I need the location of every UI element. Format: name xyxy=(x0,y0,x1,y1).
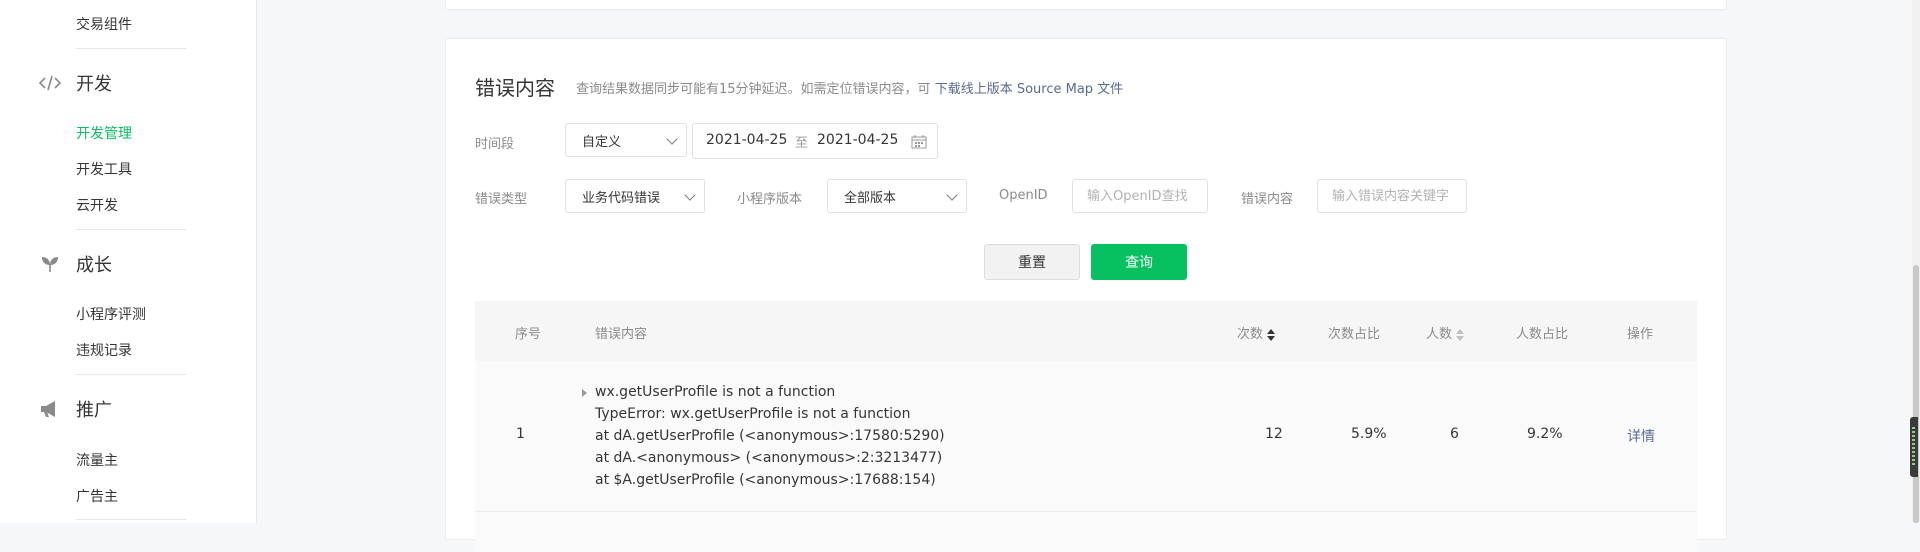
date-end[interactable]: 2021-04-25 xyxy=(817,132,898,148)
sidebar: 交易组件 开发 开发管理 开发工具 云开发 成长 小程序评测 违规记录 推广 流… xyxy=(0,0,257,523)
detail-link[interactable]: 详情 xyxy=(1627,426,1655,446)
openid-label: OpenID xyxy=(999,188,1048,203)
error-type-select[interactable]: 业务代码错误 xyxy=(565,179,705,213)
sidebar-group-title: 成长 xyxy=(76,255,112,276)
expand-arrow-icon[interactable] xyxy=(582,389,587,397)
chevron-down-icon xyxy=(666,133,678,145)
chevron-down-icon xyxy=(946,189,958,201)
sidebar-item-violations[interactable]: 违规记录 xyxy=(76,340,132,360)
sidebar-item-dev-management[interactable]: 开发管理 xyxy=(76,123,132,143)
date-separator: 至 xyxy=(795,136,809,151)
card-description: 查询结果数据同步可能有15分钟延迟。如需定位错误内容，可 下载线上版本 Sour… xyxy=(576,78,1123,97)
error-line: at $A.getUserProfile (<anonymous>:17688:… xyxy=(595,472,936,488)
sidebar-item-traffic-owner[interactable]: 流量主 xyxy=(76,450,118,470)
row-count-ratio: 5.9% xyxy=(1351,426,1387,442)
version-select[interactable]: 全部版本 xyxy=(827,179,967,213)
reset-button[interactable]: 重置 xyxy=(984,244,1080,280)
time-period-value: 自定义 xyxy=(582,134,622,150)
col-action: 操作 xyxy=(1627,327,1654,342)
error-line: wx.getUserProfile is not a function xyxy=(595,384,836,400)
code-icon xyxy=(38,71,62,95)
card-description-text: 查询结果数据同步可能有15分钟延迟。如需定位错误内容，可 xyxy=(576,82,931,97)
content-input[interactable] xyxy=(1317,179,1467,213)
error-stack: wx.getUserProfile is not a function Type… xyxy=(595,381,945,491)
row-index: 1 xyxy=(516,426,525,442)
sidebar-group-develop: 开发 xyxy=(38,70,112,96)
sort-icon[interactable] xyxy=(1267,328,1276,341)
error-line: TypeError: wx.getUserProfile is not a fu… xyxy=(595,406,911,422)
sidebar-item-trade-component[interactable]: 交易组件 xyxy=(76,14,132,34)
row-count: 12 xyxy=(1265,426,1283,442)
sidebar-group-growth: 成长 xyxy=(38,251,112,277)
version-value: 全部版本 xyxy=(844,190,897,206)
chevron-down-icon xyxy=(684,189,696,201)
sidebar-divider xyxy=(76,48,186,49)
performance-bars-icon xyxy=(1912,427,1915,467)
previous-card xyxy=(445,0,1727,10)
col-users[interactable]: 人数 xyxy=(1426,323,1465,342)
sidebar-divider xyxy=(76,519,186,520)
row-users-ratio: 9.2% xyxy=(1527,426,1563,442)
table-row xyxy=(475,512,1697,552)
time-period-label: 时间段 xyxy=(475,137,515,152)
row-users: 6 xyxy=(1450,426,1459,442)
sort-icon[interactable] xyxy=(1456,328,1465,341)
sidebar-item-advertiser[interactable]: 广告主 xyxy=(76,486,118,506)
scrollbar-thumb[interactable] xyxy=(1913,265,1919,523)
megaphone-icon xyxy=(38,397,62,421)
col-count-ratio: 次数占比 xyxy=(1328,327,1381,342)
col-users-label: 人数 xyxy=(1426,327,1453,342)
time-period-select[interactable]: 自定义 xyxy=(565,123,687,157)
sidebar-divider xyxy=(76,374,186,375)
sidebar-group-promotion: 推广 xyxy=(38,396,112,422)
openid-input[interactable] xyxy=(1072,179,1208,213)
content-label: 错误内容 xyxy=(1241,192,1294,207)
query-button[interactable]: 查询 xyxy=(1091,244,1187,280)
date-start[interactable]: 2021-04-25 xyxy=(706,132,787,148)
sidebar-item-evaluation[interactable]: 小程序评测 xyxy=(76,304,146,324)
col-index: 序号 xyxy=(515,327,542,342)
sidebar-group-title: 开发 xyxy=(76,74,112,95)
error-type-value: 业务代码错误 xyxy=(582,190,661,206)
error-line: at dA.getUserProfile (<anonymous>:17580:… xyxy=(595,428,945,444)
col-count[interactable]: 次数 xyxy=(1237,323,1276,342)
card-title: 错误内容 xyxy=(475,76,555,100)
col-users-ratio: 人数占比 xyxy=(1516,327,1569,342)
error-line: at dA.<anonymous> (<anonymous>:2:3213477… xyxy=(595,450,943,466)
sidebar-divider xyxy=(76,229,186,230)
table-row: 1 wx.getUserProfile is not a function Ty… xyxy=(475,361,1697,512)
error-content-card: 错误内容 查询结果数据同步可能有15分钟延迟。如需定位错误内容，可 下载线上版本… xyxy=(445,38,1727,552)
version-label: 小程序版本 xyxy=(737,192,803,207)
side-tool-handle[interactable] xyxy=(1910,417,1918,477)
error-type-label: 错误类型 xyxy=(475,192,528,207)
date-range-picker[interactable]: 2021-04-25 至 2021-04-25 xyxy=(692,123,938,159)
col-content: 错误内容 xyxy=(595,327,648,342)
table-header: 序号 错误内容 次数 次数占比 人数 人数占比 操作 xyxy=(475,301,1697,361)
source-map-download-link[interactable]: 下载线上版本 Source Map 文件 xyxy=(935,82,1123,97)
sidebar-item-cloud-dev[interactable]: 云开发 xyxy=(76,195,118,215)
sprout-icon xyxy=(38,252,62,276)
sidebar-item-dev-tools[interactable]: 开发工具 xyxy=(76,159,132,179)
col-count-label: 次数 xyxy=(1237,327,1264,342)
sidebar-group-title: 推广 xyxy=(76,400,112,421)
calendar-icon xyxy=(911,135,927,153)
